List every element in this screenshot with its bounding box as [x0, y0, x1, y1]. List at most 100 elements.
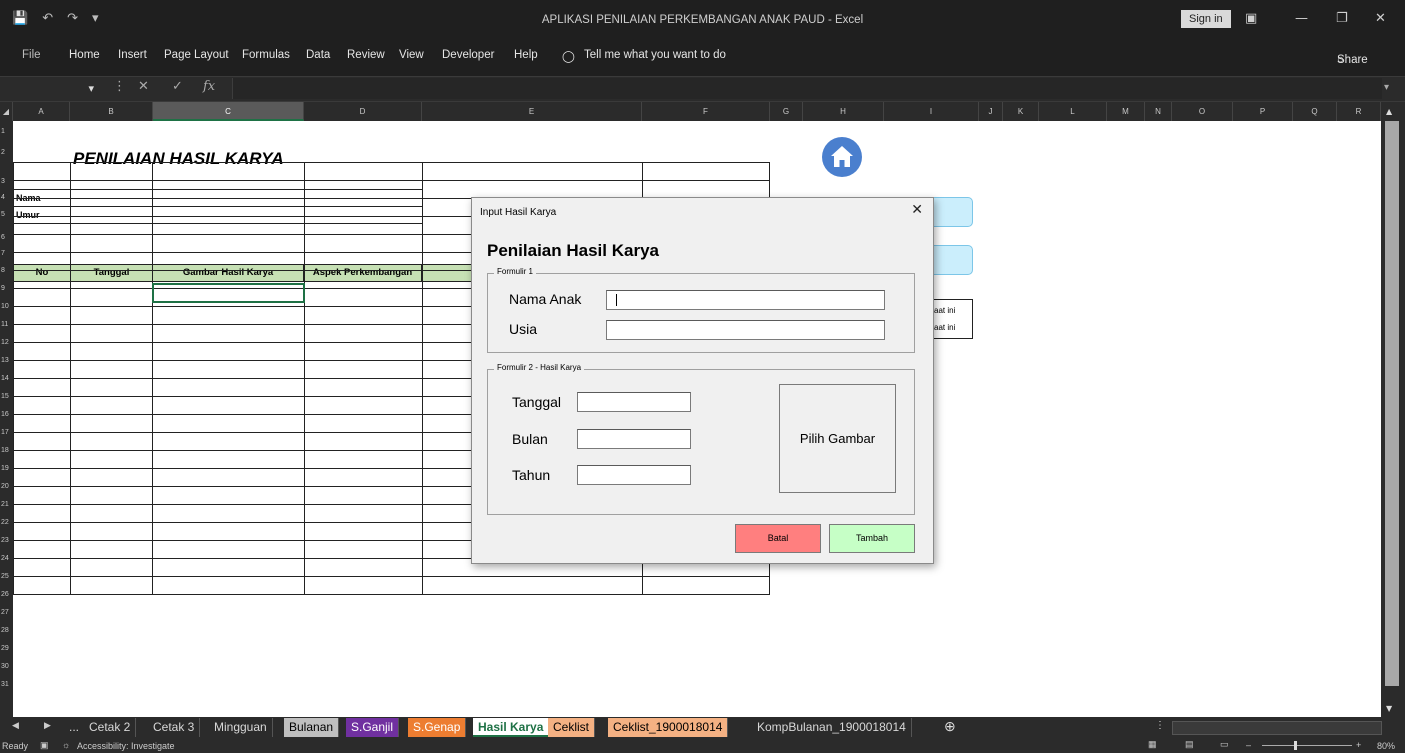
ribbon-display-icon[interactable]: ▣: [1245, 11, 1257, 26]
tab-options-icon[interactable]: ⋮: [1155, 720, 1165, 731]
tab-page-layout[interactable]: Page Layout: [164, 49, 229, 61]
col-header-p[interactable]: P: [1233, 102, 1293, 121]
expand-formula-icon[interactable]: ▾: [1384, 82, 1389, 93]
col-header-a[interactable]: A: [13, 102, 70, 121]
tab-data[interactable]: Data: [306, 49, 330, 61]
row-header[interactable]: 4: [0, 191, 13, 204]
scroll-down-icon[interactable]: ▼: [1386, 704, 1392, 713]
row-header[interactable]: 13: [0, 354, 13, 367]
row-header[interactable]: 17: [0, 426, 13, 439]
select-all-corner[interactable]: ◢: [0, 102, 13, 121]
cancel-icon[interactable]: ✕: [138, 79, 149, 94]
accessibility-status[interactable]: Accessibility: Investigate: [77, 741, 175, 751]
col-header-q[interactable]: Q: [1293, 102, 1337, 121]
row-header[interactable]: 5: [0, 208, 13, 221]
tahun-input[interactable]: [577, 465, 691, 485]
tab-view[interactable]: View: [399, 49, 424, 61]
col-header-c[interactable]: C: [153, 102, 304, 121]
row-header[interactable]: 31: [0, 678, 13, 691]
row-header[interactable]: 24: [0, 552, 13, 565]
tambah-button[interactable]: Tambah: [829, 524, 915, 553]
row-header[interactable]: 28: [0, 624, 13, 637]
row-header[interactable]: 19: [0, 462, 13, 475]
tab-review[interactable]: Review: [347, 49, 385, 61]
usia-input[interactable]: [606, 320, 885, 340]
col-header-b[interactable]: B: [70, 102, 153, 121]
row-header[interactable]: 18: [0, 444, 13, 457]
col-header-o[interactable]: O: [1172, 102, 1233, 121]
col-header-m[interactable]: M: [1107, 102, 1145, 121]
tab-file[interactable]: File: [22, 49, 41, 61]
page-break-view-icon[interactable]: ▭: [1220, 739, 1229, 750]
row-header[interactable]: 29: [0, 642, 13, 655]
col-header-l[interactable]: L: [1039, 102, 1107, 121]
tab-insert[interactable]: Insert: [118, 49, 147, 61]
zoom-in-icon[interactable]: +: [1356, 740, 1361, 750]
sheet-tab[interactable]: Mingguan: [209, 718, 273, 737]
row-header[interactable]: 22: [0, 516, 13, 529]
restore-icon[interactable]: ❐: [1336, 11, 1348, 26]
normal-view-icon[interactable]: ▦: [1148, 739, 1157, 750]
sheet-tab[interactable]: KompBulanan_1900018014: [752, 718, 912, 737]
col-header-h[interactable]: H: [803, 102, 884, 121]
enter-icon[interactable]: ✓: [172, 79, 183, 94]
nama-anak-input[interactable]: [606, 290, 885, 310]
horizontal-scrollbar[interactable]: [1172, 721, 1382, 735]
row-header[interactable]: 8: [0, 264, 13, 277]
sheet-tab[interactable]: Hasil Karya: [473, 718, 550, 737]
col-header-e[interactable]: E: [422, 102, 642, 121]
insert-function-icon[interactable]: fx: [203, 79, 215, 94]
zoom-slider[interactable]: [1262, 745, 1352, 746]
scrollbar-thumb[interactable]: [1385, 121, 1399, 686]
tanggal-input[interactable]: [577, 392, 691, 412]
row-header[interactable]: 25: [0, 570, 13, 583]
pilih-gambar-button[interactable]: Pilih Gambar: [779, 384, 896, 493]
col-header-r[interactable]: R: [1337, 102, 1381, 121]
row-header[interactable]: 9: [0, 282, 13, 295]
sign-in-button[interactable]: Sign in: [1181, 10, 1231, 28]
minimize-icon[interactable]: —: [1295, 11, 1308, 26]
bulan-input[interactable]: [577, 429, 691, 449]
row-header[interactable]: 23: [0, 534, 13, 547]
tab-home[interactable]: Home: [69, 49, 100, 61]
sheet-tab[interactable]: S.Ganjil: [346, 718, 400, 737]
row-header[interactable]: 30: [0, 660, 13, 673]
row-header[interactable]: 6: [0, 231, 13, 244]
sheet-tab[interactable]: Cetak 2: [84, 718, 137, 737]
sheet-tab[interactable]: ...: [64, 718, 86, 737]
row-header[interactable]: 20: [0, 480, 13, 493]
scroll-up-icon[interactable]: ▲: [1386, 107, 1392, 116]
tab-formulas[interactable]: Formulas: [242, 49, 290, 61]
zoom-slider-thumb[interactable]: [1294, 741, 1297, 750]
row-header[interactable]: 12: [0, 336, 13, 349]
row-header[interactable]: 15: [0, 390, 13, 403]
row-header[interactable]: 16: [0, 408, 13, 421]
tab-scroll-right-icon[interactable]: ▶: [44, 720, 51, 731]
macro-record-icon[interactable]: ▣: [40, 740, 49, 751]
tab-help[interactable]: Help: [514, 49, 538, 61]
row-header[interactable]: 27: [0, 606, 13, 619]
row-header[interactable]: 26: [0, 588, 13, 601]
row-header[interactable]: 10: [0, 300, 13, 313]
sheet-tab[interactable]: Bulanan: [284, 718, 340, 737]
sheet-tab[interactable]: S.Genap: [408, 718, 467, 737]
batal-button[interactable]: Batal: [735, 524, 821, 553]
row-header[interactable]: 11: [0, 318, 13, 331]
sheet-tab[interactable]: Ceklist: [548, 718, 596, 737]
row-header[interactable]: 2: [0, 146, 13, 159]
new-sheet-icon[interactable]: ⊕: [944, 718, 956, 735]
name-box[interactable]: ▾: [0, 79, 100, 99]
col-header-d[interactable]: D: [304, 102, 422, 121]
col-header-i[interactable]: I: [884, 102, 979, 121]
col-header-n[interactable]: N: [1145, 102, 1172, 121]
col-header-k[interactable]: K: [1003, 102, 1039, 121]
tab-scroll-left-icon[interactable]: ◀: [12, 720, 19, 731]
row-header[interactable]: 21: [0, 498, 13, 511]
tell-me-search[interactable]: Tell me what you want to do: [584, 49, 726, 61]
zoom-level[interactable]: 80%: [1377, 741, 1395, 751]
close-icon[interactable]: ✕: [1375, 11, 1386, 26]
row-header[interactable]: 14: [0, 372, 13, 385]
row-header[interactable]: 7: [0, 247, 13, 260]
dialog-close-icon[interactable]: ✕: [911, 201, 923, 218]
row-header[interactable]: 3: [0, 175, 13, 188]
